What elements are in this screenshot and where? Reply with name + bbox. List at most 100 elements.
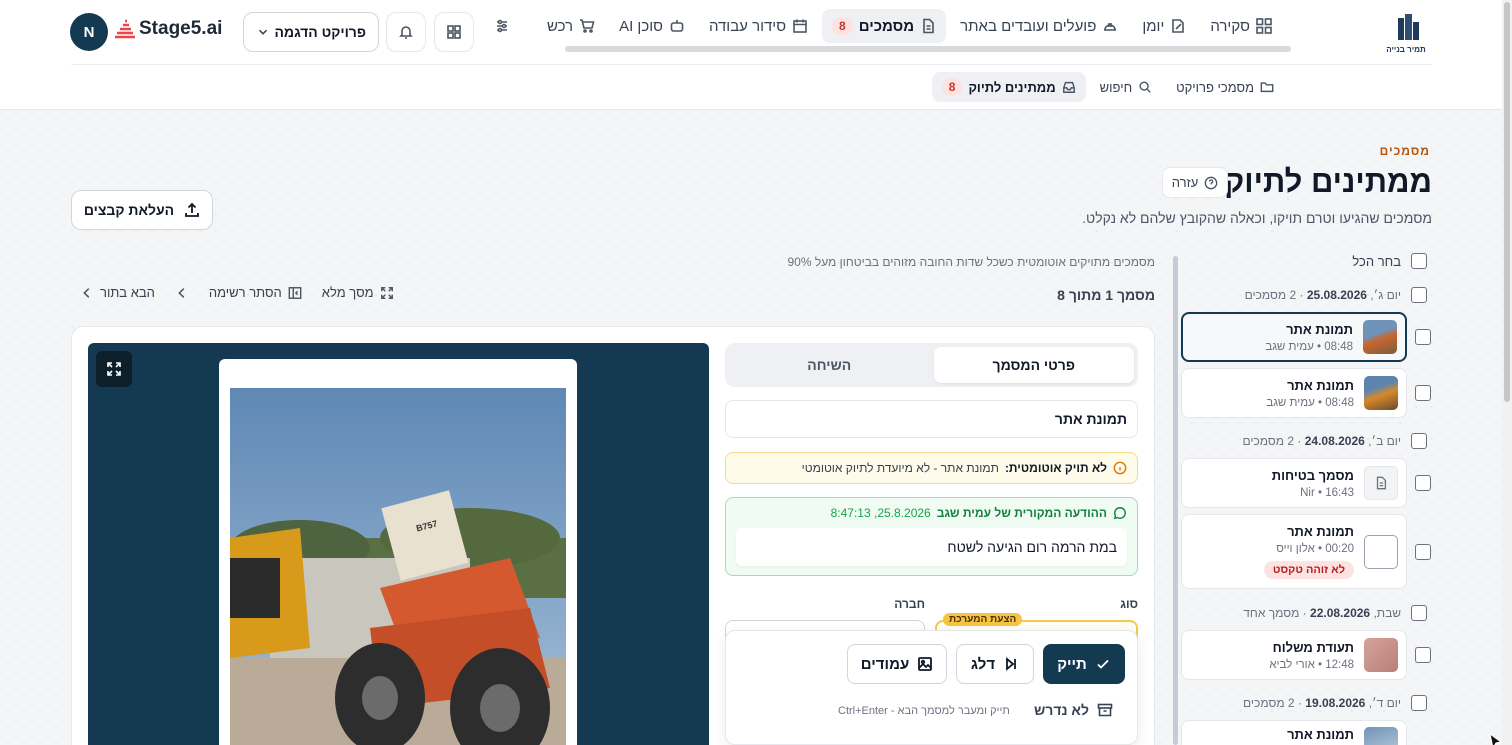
user-avatar[interactable]: N bbox=[70, 13, 108, 51]
nav-overview[interactable]: סקירה bbox=[1200, 9, 1282, 43]
list-item[interactable]: תמונת אתר 08:48 • עמית שגב bbox=[1181, 312, 1407, 362]
nav-journal[interactable]: יומן bbox=[1132, 9, 1196, 43]
document-page: B757 bbox=[219, 359, 577, 745]
auto-file-warning: לא תויק אוטומטית: תמונת אתר - לא מיועדת … bbox=[725, 452, 1138, 484]
pages-button[interactable]: עמודים bbox=[847, 644, 947, 684]
help-button[interactable]: עזרה bbox=[1162, 167, 1228, 198]
list-item[interactable]: תמונת אתר 00:20 • אלון וייס לא זוהה טקסט bbox=[1181, 514, 1407, 589]
day-group-header: יום ב׳, 24.08.2026 · 2 מסמכים bbox=[1242, 433, 1427, 449]
group-checkbox[interactable] bbox=[1411, 433, 1427, 449]
hardhat-icon bbox=[1104, 23, 1117, 31]
viewer-expand-button[interactable] bbox=[96, 351, 132, 387]
item-meta: 00:20 • אלון וייס bbox=[1276, 543, 1354, 555]
company-logo[interactable]: תמיר בנייה bbox=[1384, 14, 1428, 54]
no-text-detected-tag: לא זוהה טקסט bbox=[1263, 561, 1354, 579]
nav-label: פועלים ועובדים באתר bbox=[960, 17, 1097, 35]
nav-scrollbar[interactable] bbox=[565, 46, 1291, 52]
item-meta: Nir • 16:43 bbox=[1300, 486, 1354, 499]
image-viewer[interactable]: B757 bbox=[88, 343, 709, 745]
settings-icon[interactable] bbox=[494, 18, 512, 36]
notifications-button[interactable] bbox=[386, 12, 426, 52]
nav-label: סוכן AI bbox=[619, 17, 663, 35]
group-checkbox[interactable] bbox=[1411, 287, 1427, 303]
bell-icon bbox=[399, 26, 413, 39]
nav-schedule[interactable]: סידור עבודה bbox=[699, 9, 818, 43]
nav-documents[interactable]: מסמכים 8 bbox=[822, 9, 947, 43]
subnav-search[interactable]: חיפוש bbox=[1090, 72, 1162, 102]
hide-list-button[interactable]: הסתר רשימה bbox=[209, 285, 302, 300]
nav-label: רכש bbox=[546, 17, 574, 35]
file-icon bbox=[1376, 476, 1387, 490]
subnav-pending[interactable]: ממתינים לתיוק 8 bbox=[931, 72, 1086, 102]
item-checkbox[interactable] bbox=[1415, 647, 1431, 663]
site-photo-thumbnail bbox=[1364, 727, 1398, 745]
list-item[interactable]: תמונת אתר bbox=[1181, 720, 1407, 745]
list-scrollbar[interactable] bbox=[1173, 256, 1178, 745]
select-all-row[interactable]: בחר הכל bbox=[1352, 253, 1427, 269]
item-checkbox[interactable] bbox=[1415, 544, 1431, 560]
page-eyebrow: מסמכים bbox=[1379, 144, 1430, 158]
item-meta: 12:48 • אורי לביא bbox=[1269, 658, 1354, 671]
tab-label: השיחה bbox=[807, 357, 852, 373]
nav-ai-agent[interactable]: סוכן AI bbox=[609, 9, 695, 43]
nav-label: יומן bbox=[1142, 17, 1165, 35]
page-scrollbar[interactable] bbox=[1502, 0, 1512, 745]
item-title: תעודת משלוח bbox=[1272, 639, 1354, 655]
select-all-checkbox[interactable] bbox=[1411, 253, 1427, 269]
skip-button[interactable]: דלג bbox=[956, 644, 1034, 684]
edit-icon bbox=[1172, 19, 1185, 33]
prev-button[interactable] bbox=[175, 286, 189, 300]
message-header: ההודעה המקורית של עמית שגב bbox=[936, 506, 1107, 520]
field-company-label: חברה bbox=[894, 597, 925, 611]
subnav-project-docs[interactable]: מסמכי פרויקט bbox=[1166, 72, 1284, 102]
group-checkbox[interactable] bbox=[1411, 695, 1427, 711]
tab-document-details[interactable]: פרטי המסמך bbox=[933, 347, 1134, 383]
inbox-icon bbox=[1062, 81, 1075, 93]
file-button[interactable]: תייק bbox=[1043, 644, 1125, 684]
list-item[interactable]: תעודת משלוח 12:48 • אורי לביא bbox=[1181, 630, 1407, 680]
list-item[interactable]: תמונת אתר 08:48 • עמית שגב bbox=[1181, 368, 1407, 418]
item-title: תמונת אתר bbox=[1287, 377, 1354, 393]
warning-title: לא תויק אוטומטית: bbox=[1004, 461, 1107, 475]
apps-button[interactable] bbox=[434, 12, 474, 52]
info-icon bbox=[1113, 461, 1127, 475]
item-checkbox[interactable] bbox=[1415, 385, 1431, 401]
building-logo-icon bbox=[1398, 14, 1419, 40]
nav-label: סידור עבודה bbox=[708, 17, 787, 35]
site-photo bbox=[230, 388, 566, 745]
tab-label: פרטי המסמך bbox=[992, 357, 1075, 373]
page-subtitle: מסמכים שהגיעו וטרם תויקו, וכאלה שהקובץ ש… bbox=[1082, 210, 1432, 226]
nav-procurement[interactable]: רכש bbox=[537, 9, 605, 43]
subnav-label: חיפוש bbox=[1099, 79, 1133, 95]
auto-filing-note: מסמכים מתויקים אוטומטית כשכל שדות החובה … bbox=[787, 255, 1155, 269]
project-selector[interactable]: פרויקט הדגמה bbox=[243, 12, 379, 52]
nav-label: מסמכים bbox=[858, 17, 915, 35]
main-nav: סקירה יומן פועלים ועובדים באתר מסמכים 8 … bbox=[537, 9, 1282, 43]
image-icon bbox=[918, 657, 933, 671]
item-checkbox[interactable] bbox=[1415, 329, 1431, 345]
expand-icon bbox=[380, 286, 393, 299]
not-needed-button[interactable]: לא נדרש bbox=[1034, 702, 1113, 718]
item-checkbox[interactable] bbox=[1415, 475, 1431, 491]
site-photo-thumbnail bbox=[1363, 320, 1397, 354]
subnav-label: ממתינים לתיוק bbox=[968, 79, 1056, 95]
message-body-box: במת הרמה רום הגיעה לשטח bbox=[736, 528, 1127, 566]
document-icon bbox=[923, 18, 934, 34]
next-in-queue-button[interactable]: הבא בתור bbox=[80, 285, 155, 300]
nav-workers[interactable]: פועלים ועובדים באתר bbox=[950, 9, 1128, 43]
project-selector-label: פרויקט הדגמה bbox=[274, 24, 366, 40]
list-item[interactable]: מסמך בטיחות Nir • 16:43 bbox=[1181, 458, 1407, 508]
upload-files-button[interactable]: העלאת קבצים bbox=[71, 190, 213, 230]
day-group-header: יום ג׳, 25.08.2026 · 2 מסמכים bbox=[1245, 287, 1427, 303]
cart-icon bbox=[580, 19, 595, 33]
tab-conversation[interactable]: השיחה bbox=[729, 347, 930, 383]
group-checkbox[interactable] bbox=[1411, 605, 1427, 621]
stage5-logo[interactable]: Stage5.ai bbox=[114, 18, 222, 40]
day-group-label: יום ד׳, 19.08.2026 · 2 מסמכים bbox=[1243, 696, 1401, 710]
doc-title-field[interactable]: תמונת אתר bbox=[725, 400, 1138, 438]
item-meta: 08:48 • עמית שגב bbox=[1265, 340, 1353, 353]
pages-button-label: עמודים bbox=[860, 655, 910, 673]
fullscreen-button[interactable]: מסך מלא bbox=[322, 285, 394, 300]
skip-icon bbox=[1006, 657, 1017, 671]
subnav-label: מסמכי פרויקט bbox=[1176, 79, 1254, 95]
